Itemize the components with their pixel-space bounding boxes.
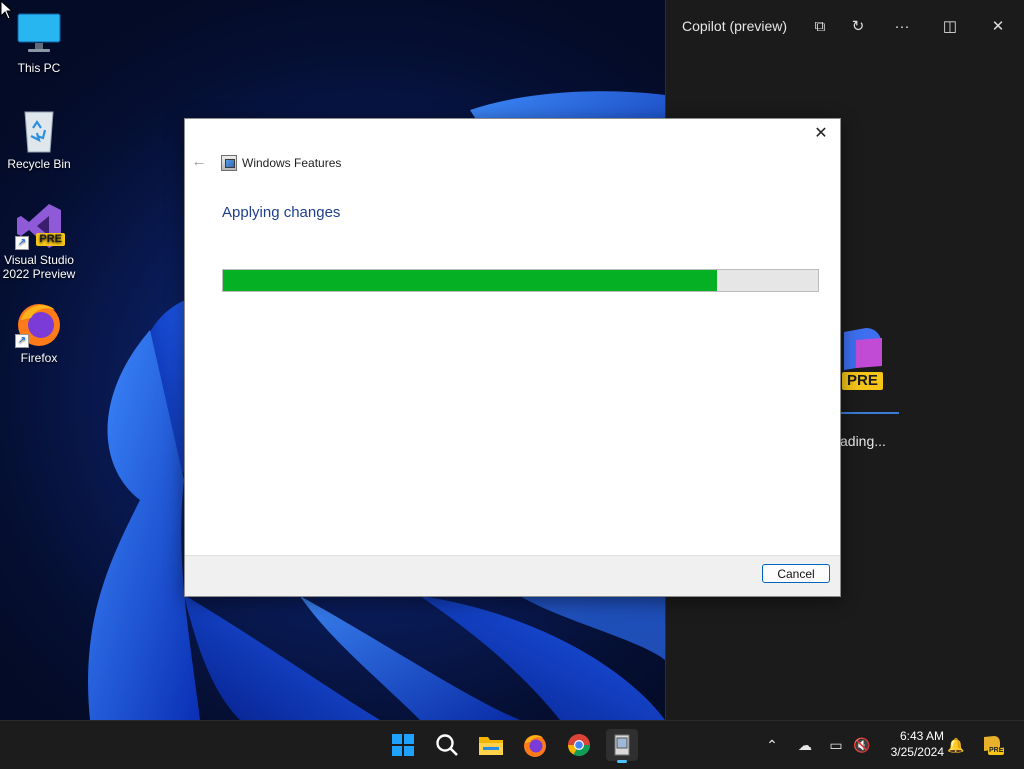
monitor-icon: [15, 10, 63, 58]
back-arrow-icon[interactable]: ←: [191, 153, 207, 171]
visual-studio-icon: PRE ↗: [15, 202, 65, 250]
loading-progress-bar: [841, 412, 899, 414]
desktop-icon-recycle-bin[interactable]: Recycle Bin: [0, 106, 78, 171]
desktop-icon-visual-studio[interactable]: PRE ↗ Visual Studio 2022 Preview: [0, 202, 78, 281]
desktop-icon-label: Visual Studio 2022 Preview: [2, 253, 76, 281]
progress-bar: [222, 269, 819, 292]
windows-features-icon: [221, 155, 237, 171]
pre-badge: PRE: [988, 747, 1005, 755]
search-icon: [436, 734, 458, 756]
dock-pane-icon[interactable]: ◫: [936, 14, 964, 40]
shortcut-arrow-icon: ↗: [15, 334, 29, 348]
file-explorer-button[interactable]: [475, 729, 507, 761]
refresh-icon[interactable]: ↻: [844, 14, 872, 40]
close-icon[interactable]: ✕: [984, 14, 1012, 40]
close-icon[interactable]: ✕: [808, 123, 834, 145]
windows-features-dialog: ✕ ← Windows Features Applying changes Ca…: [184, 118, 841, 597]
open-external-icon[interactable]: ⧉: [806, 14, 834, 40]
taskbar: ⌃ ☁ ▭ 🔇 🔔 PRE: [0, 720, 1024, 769]
chrome-button[interactable]: [563, 729, 595, 761]
clock-date[interactable]: 3/25/2024: [880, 745, 944, 759]
windows-features-taskbar-button[interactable]: [606, 729, 638, 763]
file-explorer-icon: [479, 737, 503, 755]
recycle-bin-icon: [15, 106, 63, 154]
pre-badge: PRE: [842, 372, 883, 390]
shortcut-arrow-icon: ↗: [15, 236, 29, 250]
active-app-indicator: [617, 760, 627, 763]
firefox-icon: [524, 735, 546, 757]
chrome-icon: [568, 734, 590, 756]
copilot-title: Copilot (preview): [682, 18, 788, 34]
desktop-icon-label: Firefox: [20, 351, 58, 365]
clock-time[interactable]: 6:43 AM: [880, 729, 944, 743]
pre-badge: PRE: [36, 233, 65, 246]
notification-bell-icon[interactable]: 🔔: [946, 735, 966, 755]
firefox-icon: ↗: [15, 300, 63, 348]
desktop-icon-firefox[interactable]: ↗ Firefox: [0, 300, 78, 365]
desktop-icon-label: Recycle Bin: [7, 157, 71, 171]
copilot-logo-icon: PRE: [836, 326, 894, 400]
chevron-up-icon[interactable]: ⌃: [762, 735, 782, 755]
cancel-button[interactable]: Cancel: [762, 564, 830, 583]
volume-muted-icon[interactable]: 🔇: [852, 735, 872, 755]
search-button[interactable]: [431, 729, 463, 761]
windows-features-icon: [614, 734, 630, 756]
loading-text: ading...: [840, 433, 886, 449]
dialog-title: Windows Features: [242, 156, 342, 170]
firefox-button[interactable]: [519, 729, 551, 761]
onedrive-offline-icon[interactable]: ☁: [795, 735, 815, 755]
desktop-icon-label: This PC: [17, 61, 61, 75]
more-options-icon[interactable]: ···: [888, 14, 916, 40]
mouse-cursor-icon: [0, 0, 14, 20]
page-heading: Applying changes: [222, 204, 341, 221]
copilot-taskbar-icon[interactable]: PRE: [980, 735, 1005, 755]
start-button[interactable]: [387, 729, 419, 761]
network-icon[interactable]: ▭: [826, 735, 846, 755]
progress-fill: [223, 270, 717, 291]
dialog-footer: Cancel: [185, 555, 840, 596]
start-icon: [392, 734, 414, 756]
